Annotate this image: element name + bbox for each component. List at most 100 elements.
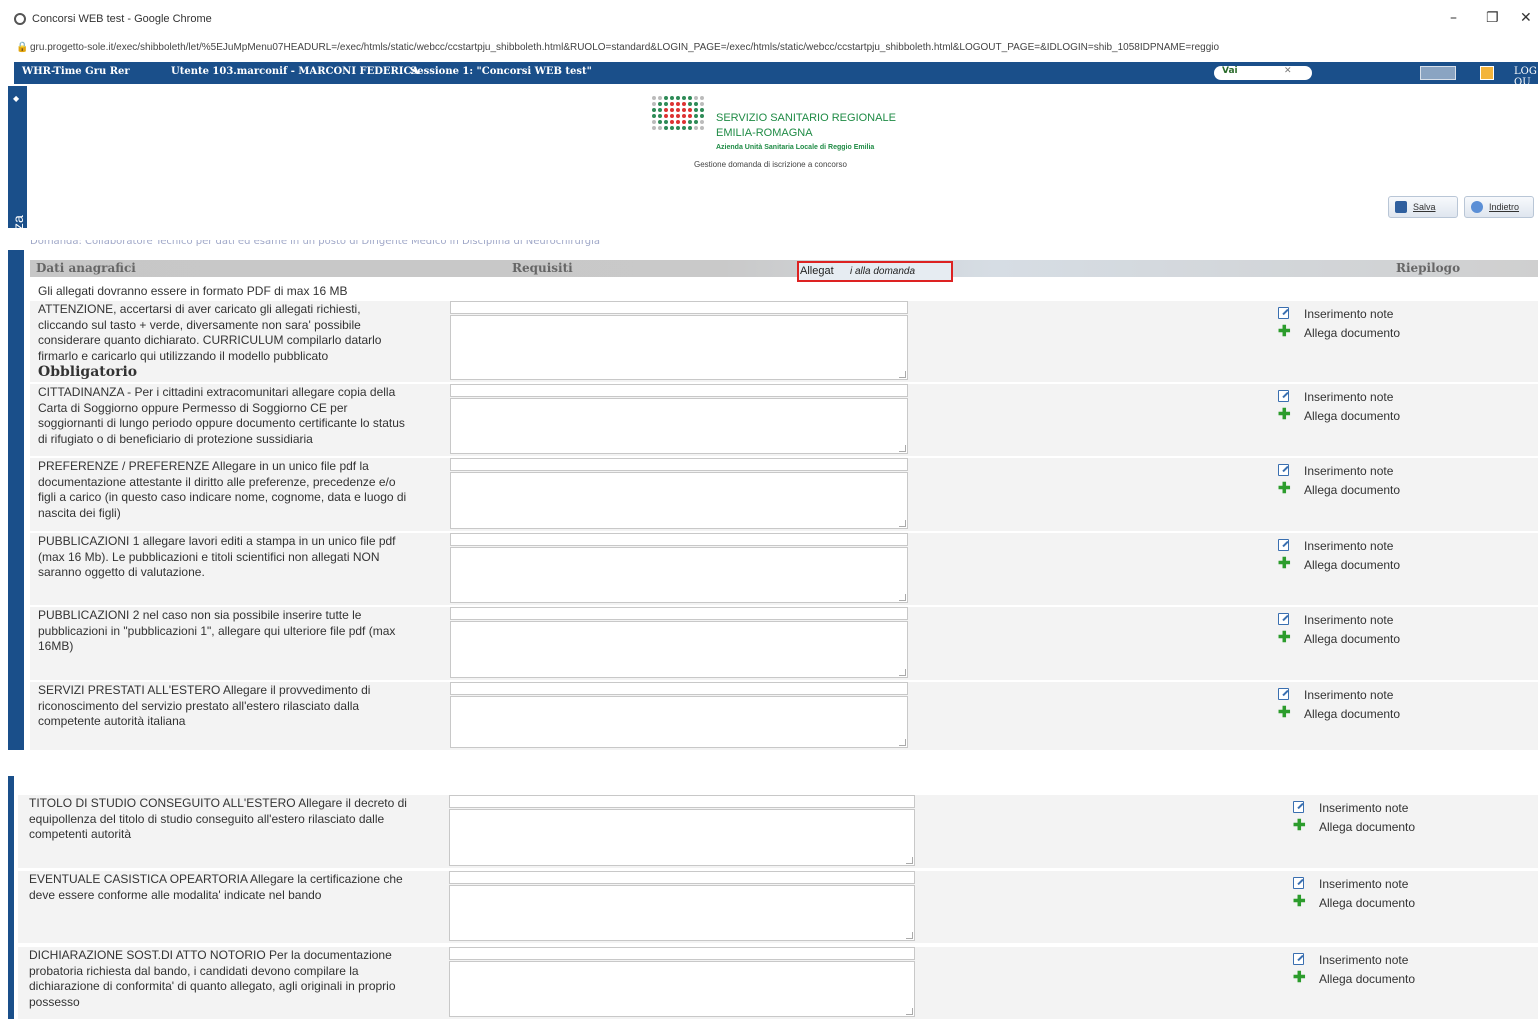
address-bar[interactable]: 🔒 gru.progetto-sole.it/exec/shibboleth/l… [0,38,1538,60]
attach-document-link[interactable]: ✚ Allega documento [1278,406,1400,428]
description-line: firmarlo e caricarlo qui utilizzando il … [38,348,329,363]
attach-document-label: Allega documento [1304,707,1401,721]
session-info: Sessione 1: "Concorsi WEB test" [410,66,592,77]
attach-document-label: Allega documento [1304,558,1401,572]
attachment-notes-textarea[interactable] [450,472,908,529]
attach-document-link[interactable]: ✚ Allega documento [1278,323,1401,345]
row-actions: Inserimento note ✚ Allega documento [1293,877,1415,915]
tab-allegati-label-b: i alla domanda [850,266,916,277]
attach-document-link[interactable]: ✚ Allega documento [1293,970,1415,991]
description-line: di rifugiato o di beneficiario di protez… [38,431,313,446]
attachment-file-field[interactable] [450,682,908,695]
attachment-description: SERVIZI PRESTATI ALL'ESTERO Allegare il … [38,683,450,730]
attach-document-link[interactable]: ✚ Allega documento [1278,481,1400,502]
description-line: probatoria richiesta dal bando, i candid… [29,963,359,978]
search-clear-icon[interactable]: ✕ [1284,66,1292,76]
tab-requisiti[interactable]: Requisiti [512,261,573,275]
attachment-file-field[interactable] [450,458,908,471]
panel-gap [0,750,1538,776]
insert-note-link[interactable]: Inserimento note [1278,464,1400,483]
insert-note-label: Inserimento note [1304,688,1394,702]
folder-icon[interactable] [1480,66,1494,80]
attachment-notes-textarea[interactable] [449,885,915,941]
chrome-icon [14,13,26,25]
attachment-file-field[interactable] [450,607,908,620]
insert-note-link[interactable]: Inserimento note [1278,688,1400,707]
description-line: figli a carico (in questo caso indicare … [38,490,407,504]
add-plus-icon: ✚ [1278,704,1291,721]
attachment-file-field[interactable] [449,947,915,960]
add-plus-icon: ✚ [1293,893,1306,910]
attach-document-label: Allega documento [1304,326,1401,340]
attach-document-link[interactable]: ✚ Allega documento [1278,556,1401,577]
logout-link[interactable]: LOG OU [1514,66,1538,88]
attach-document-link[interactable]: ✚ Allega documento [1293,818,1415,839]
attachment-notes-textarea[interactable] [449,961,915,1017]
add-plus-icon: ✚ [1278,406,1291,423]
url-text[interactable]: gru.progetto-sole.it/exec/shibboleth/let… [30,42,1390,53]
description-line: considerare quanto dichiarato. CURRICULU… [38,333,382,347]
insert-note-link[interactable]: Inserimento note [1278,390,1400,409]
description-line: competenti autorità [29,827,132,841]
edit-note-icon [1278,539,1289,551]
attachment-notes-textarea[interactable] [450,696,908,748]
insert-note-link[interactable]: Inserimento note [1293,801,1415,820]
attachment-file-field[interactable] [450,384,908,397]
add-plus-icon: ✚ [1278,323,1291,340]
insert-note-link[interactable]: Inserimento note [1278,539,1400,558]
save-label: Salva [1413,202,1436,212]
insert-note-label: Inserimento note [1319,953,1409,967]
mandatory-label: Obbligatorio [38,364,138,380]
search-input[interactable]: Vai ✕ [1214,66,1312,80]
tab-allegati[interactable]: Allegat i alla domanda [797,261,953,282]
description-line: documentazione attestante il diritto all… [38,474,396,489]
row-actions: Inserimento note ✚ Allega documento [1293,953,1415,991]
tab-riepilogo[interactable]: Riepilogo [1396,261,1460,275]
insert-note-link[interactable]: Inserimento note [1278,613,1400,632]
save-button[interactable]: Salva [1388,196,1458,218]
attachment-file-field[interactable] [450,301,908,314]
insert-note-label: Inserimento note [1319,801,1409,815]
minimize-button[interactable]: – [1450,10,1457,26]
attachment-file-field[interactable] [449,795,915,808]
description-line: riconoscimento del servizio prestato all… [38,698,360,713]
insert-note-link[interactable]: Inserimento note [1293,953,1415,972]
insert-note-link[interactable]: Inserimento note [1293,877,1415,896]
description-line: cliccando sul tasto + verde, diversament… [38,317,361,332]
description-line: competente autorità italiana [38,714,186,728]
back-arrow-icon [1471,201,1483,213]
back-label: Indietro [1489,202,1520,212]
attach-document-label: Allega documento [1319,896,1416,910]
row-actions: Inserimento note ✚ Allega documento [1278,539,1400,577]
add-plus-icon: ✚ [1278,629,1291,646]
logo-dot-grid-icon [652,96,706,152]
edit-note-icon [1278,688,1289,700]
description-line: nascita dei figli) [38,505,121,520]
attachment-file-field[interactable] [449,871,915,884]
attachment-notes-textarea[interactable] [450,398,908,454]
attachment-description: EVENTUALE CASISTICA OPEARTORIA Allegare … [29,872,449,903]
edit-note-icon [1278,390,1289,402]
description-line: EVENTUALE CASISTICA OPEARTORIA Allegare … [29,872,403,886]
attach-document-link[interactable]: ✚ Allega documento [1278,629,1400,651]
toolbar-icons[interactable] [1420,66,1456,80]
attachment-notes-textarea[interactable] [450,547,908,603]
attachment-notes-textarea[interactable] [450,621,908,678]
close-window-button[interactable]: ✕ [1520,10,1532,26]
description-line: SERVIZI PRESTATI ALL'ESTERO Allegare il … [38,683,371,697]
app-header: WHR-Time Gru Rer Utente 103.marconif - M… [14,62,1538,88]
insert-note-link[interactable]: Inserimento note [1278,307,1400,326]
attachment-notes-textarea[interactable] [449,809,915,866]
attachment-file-field[interactable] [450,533,908,546]
tab-dati-anagrafici[interactable]: Dati anagrafici [36,261,136,275]
insert-note-label: Inserimento note [1304,464,1394,478]
back-button[interactable]: Indietro [1464,196,1534,218]
floppy-disk-icon [1395,201,1407,213]
lock-icon: 🔒 [16,42,29,53]
search-go-button[interactable]: Vai [1222,66,1238,76]
attach-document-link[interactable]: ✚ Allega documento [1278,704,1401,726]
side-tab-visualizza[interactable]: ◆ Visualizza [8,86,27,278]
attachment-notes-textarea[interactable] [450,315,908,380]
attach-document-link[interactable]: ✚ Allega documento [1293,893,1416,915]
maximize-button[interactable]: ❐ [1486,10,1499,26]
